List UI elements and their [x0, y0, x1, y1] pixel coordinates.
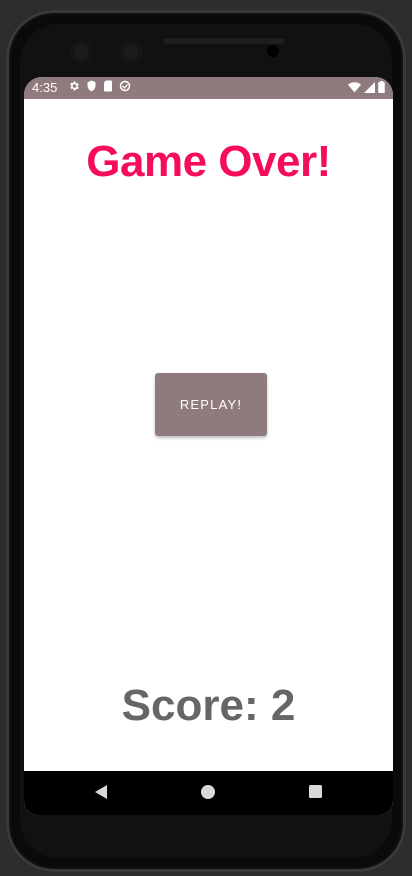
- battery-icon: [378, 81, 385, 96]
- signal-icon: [364, 81, 375, 96]
- data-saver-icon: [119, 80, 131, 95]
- sim-card-icon: [103, 80, 113, 95]
- device-screen: 4:35 Game Over! REPLAY! Score: 2: [24, 77, 393, 815]
- recents-icon: [308, 785, 322, 803]
- settings-icon: [68, 80, 80, 95]
- home-icon: [201, 784, 215, 804]
- replay-button[interactable]: REPLAY!: [155, 373, 267, 436]
- status-bar: 4:35: [24, 77, 393, 99]
- game-over-title: Game Over!: [86, 137, 331, 186]
- score-text: Score: 2: [121, 681, 296, 730]
- wifi-icon: [348, 81, 361, 96]
- status-system-icons: [348, 81, 385, 96]
- home-button[interactable]: [195, 781, 221, 807]
- shield-icon: [86, 80, 97, 95]
- back-icon: [94, 784, 108, 805]
- recents-button[interactable]: [302, 781, 328, 807]
- status-time: 4:35: [32, 80, 58, 95]
- navigation-bar: [24, 771, 393, 815]
- emulator-frame: 4:35 Game Over! REPLAY! Score: 2: [0, 0, 412, 876]
- proximity-sensor: [267, 45, 279, 57]
- back-button[interactable]: [88, 781, 114, 807]
- status-notification-icons: [68, 80, 131, 95]
- front-camera-left: [70, 41, 92, 63]
- front-camera-right: [120, 41, 142, 63]
- earpiece-speaker: [163, 36, 285, 44]
